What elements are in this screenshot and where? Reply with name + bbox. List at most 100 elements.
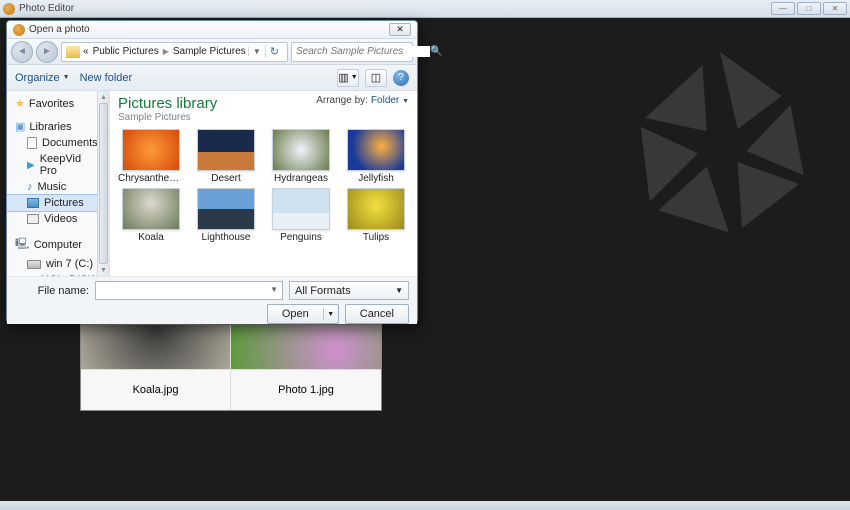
gallery-item-hydrangeas[interactable]: Hydrangeas	[268, 129, 334, 184]
thumb-caption: Tulips	[363, 232, 389, 243]
thumb-image	[347, 129, 405, 171]
folder-icon	[66, 46, 80, 58]
thumb-caption: Hydrangeas	[274, 173, 328, 184]
sidebar: ★Favorites ▣Libraries Documents ▶KeepVid…	[7, 91, 110, 276]
search-input[interactable]	[296, 46, 430, 57]
dialog-footer: File name: ▼ All Formats ▼ Open ▼ Cancel	[7, 276, 417, 324]
help-button[interactable]: ?	[393, 70, 409, 86]
open-dropdown[interactable]: ▼	[324, 311, 338, 318]
dialog-icon	[13, 24, 25, 36]
thumb-caption: Koala.jpg	[81, 369, 230, 410]
libraries-icon: ▣	[15, 120, 25, 133]
editor-thumb-koala[interactable]: Koala.jpg	[81, 325, 231, 410]
thumb-image	[81, 325, 230, 369]
sidebar-heading-favorites[interactable]: ★Favorites	[7, 95, 109, 112]
search-icon: 🔍	[430, 46, 442, 57]
file-name-input[interactable]: ▼	[95, 281, 283, 300]
breadcrumb-seg-2[interactable]: Sample Pictures	[173, 46, 246, 57]
thumb-image	[122, 129, 180, 171]
nav-back-button[interactable]: ◄	[11, 41, 33, 63]
preview-pane-button[interactable]: ◫	[365, 69, 387, 87]
taskbar[interactable]	[0, 501, 850, 510]
thumb-image	[272, 188, 330, 230]
sidebar-heading-computer[interactable]: 🖳Computer	[7, 233, 109, 256]
music-icon: ♪	[27, 181, 33, 193]
arrange-by: Arrange by: Folder ▼	[316, 95, 409, 106]
dialog-titlebar: Open a photo ✕	[7, 21, 417, 39]
new-folder-button[interactable]: New folder	[80, 72, 133, 84]
minimize-button[interactable]: —	[771, 2, 795, 15]
library-subtitle: Sample Pictures	[118, 112, 217, 123]
sidebar-item-documents[interactable]: Documents	[7, 135, 109, 151]
thumb-caption: Desert	[211, 173, 240, 184]
gallery-item-tulips[interactable]: Tulips	[343, 188, 409, 243]
gallery: Chrysanthemum Desert Hydrangeas Jellyfish Ko…	[118, 129, 409, 243]
content-pane: Pictures library Sample Pictures Arrange…	[110, 91, 417, 276]
scroll-up-icon[interactable]: ▲	[98, 91, 109, 103]
window-controls: — □ ✕	[771, 2, 847, 15]
dialog-title: Open a photo	[29, 24, 389, 35]
open-file-dialog: Open a photo ✕ ◄ ► « Public Pictures ▶ S…	[6, 20, 418, 324]
app-titlebar: Photo Editor — □ ✕	[0, 0, 850, 18]
sidebar-heading-libraries[interactable]: ▣Libraries	[7, 118, 109, 135]
pictures-icon	[27, 198, 39, 208]
thumb-caption: Lighthouse	[202, 232, 251, 243]
thumb-image	[347, 188, 405, 230]
scroll-down-icon[interactable]: ▼	[98, 264, 109, 276]
refresh-button[interactable]: ↻	[265, 45, 283, 58]
thumb-image	[197, 188, 255, 230]
dialog-toolbar: Organize ▼ New folder ▥ ▼ ◫ ?	[7, 65, 417, 91]
scroll-thumb[interactable]	[99, 103, 108, 264]
app-icon	[3, 3, 15, 15]
computer-icon: 🖳	[15, 235, 30, 254]
gallery-item-koala[interactable]: Koala	[118, 188, 184, 243]
maximize-button[interactable]: □	[797, 2, 821, 15]
sidebar-item-pictures[interactable]: Pictures	[7, 195, 109, 211]
library-title: Pictures library	[118, 95, 217, 112]
sidebar-item-drive-d[interactable]: HCL_DISK2 (D:)	[7, 272, 109, 276]
sidebar-item-videos[interactable]: Videos	[7, 211, 109, 227]
dialog-close-button[interactable]: ✕	[389, 23, 411, 36]
sidebar-scrollbar[interactable]: ▲ ▼	[97, 91, 109, 276]
breadcrumb-sep-icon: ▶	[163, 47, 169, 56]
gallery-item-lighthouse[interactable]: Lighthouse	[193, 188, 259, 243]
search-box[interactable]: 🔍	[291, 42, 413, 62]
sidebar-item-music[interactable]: ♪Music	[7, 179, 109, 195]
keepvid-icon: ▶	[27, 160, 35, 171]
app-title: Photo Editor	[19, 3, 771, 14]
organize-menu[interactable]: Organize ▼	[15, 72, 70, 84]
thumb-caption: Photo 1.jpg	[231, 369, 381, 410]
sidebar-item-drive-c[interactable]: win 7 (C:)	[7, 256, 109, 272]
file-type-filter[interactable]: All Formats ▼	[289, 281, 409, 300]
editor-thumb-photo1[interactable]: Photo 1.jpg	[231, 325, 381, 410]
gallery-item-penguins[interactable]: Penguins	[268, 188, 334, 243]
chevron-down-icon: ▼	[395, 286, 403, 295]
thumb-image	[122, 188, 180, 230]
open-button[interactable]: Open ▼	[267, 304, 339, 324]
cancel-button[interactable]: Cancel	[345, 304, 409, 324]
editor-thumbnail-strip: Koala.jpg Photo 1.jpg	[80, 324, 382, 411]
dialog-navbar: ◄ ► « Public Pictures ▶ Sample Pictures …	[7, 39, 417, 65]
chevron-down-icon: ▼	[63, 74, 70, 81]
gallery-item-jellyfish[interactable]: Jellyfish	[343, 129, 409, 184]
thumb-caption: Jellyfish	[358, 173, 394, 184]
document-icon	[27, 137, 37, 149]
breadcrumb[interactable]: « Public Pictures ▶ Sample Pictures ▼ ↻	[61, 42, 288, 62]
view-mode-button[interactable]: ▥ ▼	[337, 69, 359, 87]
thumb-image	[231, 325, 381, 369]
breadcrumb-dropdown[interactable]: ▼	[248, 47, 265, 56]
drive-icon	[27, 260, 41, 269]
watermark-aperture-icon	[610, 30, 830, 250]
arrange-by-value[interactable]: Folder ▼	[371, 95, 409, 106]
close-button[interactable]: ✕	[823, 2, 847, 15]
gallery-item-chrysanthemum[interactable]: Chrysanthemum	[118, 129, 184, 184]
file-name-label: File name:	[15, 285, 89, 297]
sidebar-item-keepvid[interactable]: ▶KeepVid Pro	[7, 151, 109, 179]
nav-forward-button[interactable]: ►	[36, 41, 58, 63]
gallery-item-desert[interactable]: Desert	[193, 129, 259, 184]
thumb-caption: Penguins	[280, 232, 322, 243]
breadcrumb-seg-1[interactable]: Public Pictures	[93, 46, 159, 57]
star-icon: ★	[15, 97, 25, 110]
thumb-caption: Koala	[138, 232, 164, 243]
chevron-down-icon[interactable]: ▼	[270, 285, 278, 294]
